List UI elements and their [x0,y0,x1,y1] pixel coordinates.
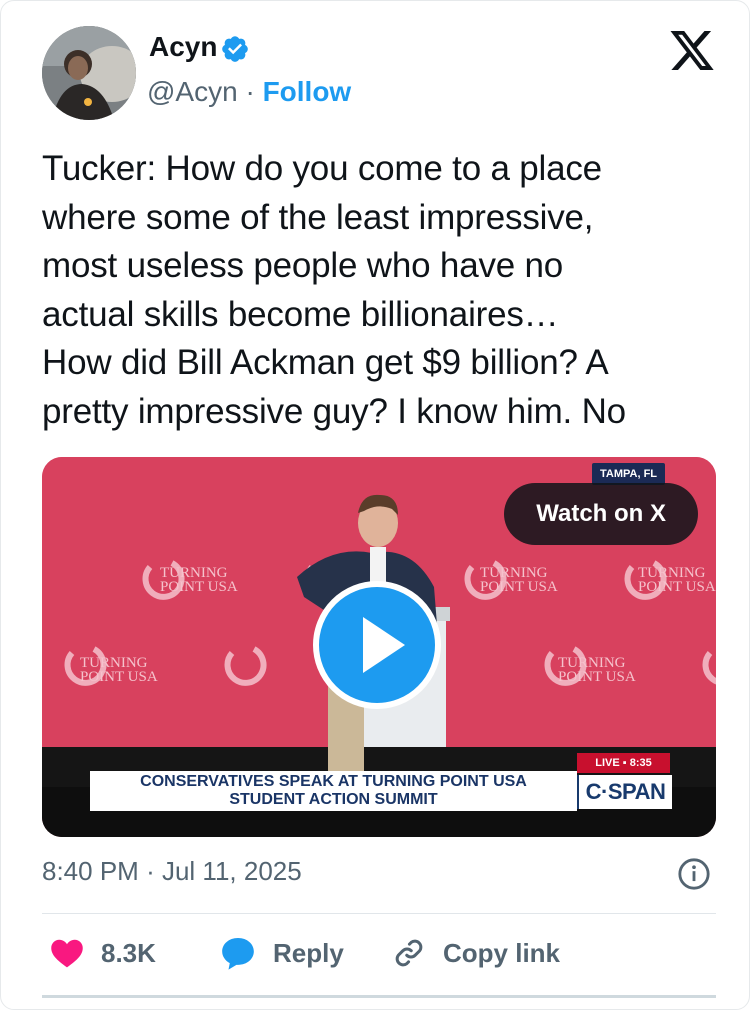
heart-icon [51,939,83,968]
tweet-text: Tucker: How do you come to a place where… [42,149,626,431]
follow-button[interactable]: Follow [263,76,352,107]
author-handle-row: @Acyn · Follow [147,76,351,108]
link-icon [395,939,423,967]
tweet-date: Jul 11, 2025 [161,856,302,886]
backdrop-logo-text: POINT USA [558,669,636,685]
tweet-card: Acyn @Acyn · Follow Tucker: How do you c… [0,0,750,1010]
live-tag: LIVE ▪ 8:35 [577,753,670,773]
network-logo: C·SPAN [577,775,672,809]
reply-button[interactable]: Reply [219,931,344,975]
backdrop-logo-text: POINT USA [480,579,558,595]
copy-link-button[interactable]: Copy link [391,931,560,975]
backdrop-logo-text: POINT USA [160,579,238,595]
backdrop-logo-text: POINT USA [80,669,158,685]
backdrop-logo-text: POINT USA [638,579,716,595]
play-button[interactable] [313,581,441,709]
chyron-line: STUDENT ACTION SUMMIT [229,791,438,808]
author-display-name[interactable]: Acyn [149,31,217,63]
tweet-time: 8:40 PM [42,856,139,886]
tweet-timestamp[interactable]: 8:40 PM · Jul 11, 2025 [42,856,302,887]
video-player[interactable]: TURNING POINT USA TURNING POINT USA TURN… [42,457,716,837]
author-handle[interactable]: @Acyn [147,76,238,107]
x-logo-icon[interactable] [668,31,716,75]
timestamp-separator: · [146,856,155,886]
author-avatar[interactable] [42,26,136,120]
like-button[interactable]: 8.3K [49,931,156,975]
like-count: 8.3K [101,937,156,968]
speech-bubble-icon [222,937,254,970]
watch-on-x-button[interactable]: Watch on X [504,483,698,545]
verified-badge-icon [222,36,248,62]
copy-link-label: Copy link [443,937,561,968]
handle-separator: · [245,76,255,107]
reply-label: Reply [273,937,344,968]
info-icon[interactable] [677,857,711,891]
avatar-image [42,26,136,120]
location-tag: TAMPA, FL [592,463,666,485]
divider [42,913,716,914]
chyron-line: CONSERVATIVES SPEAK AT TURNING POINT USA [140,773,527,790]
play-icon [363,617,405,673]
news-chyron: CONSERVATIVES SPEAK AT TURNING POINT USA… [90,771,577,811]
